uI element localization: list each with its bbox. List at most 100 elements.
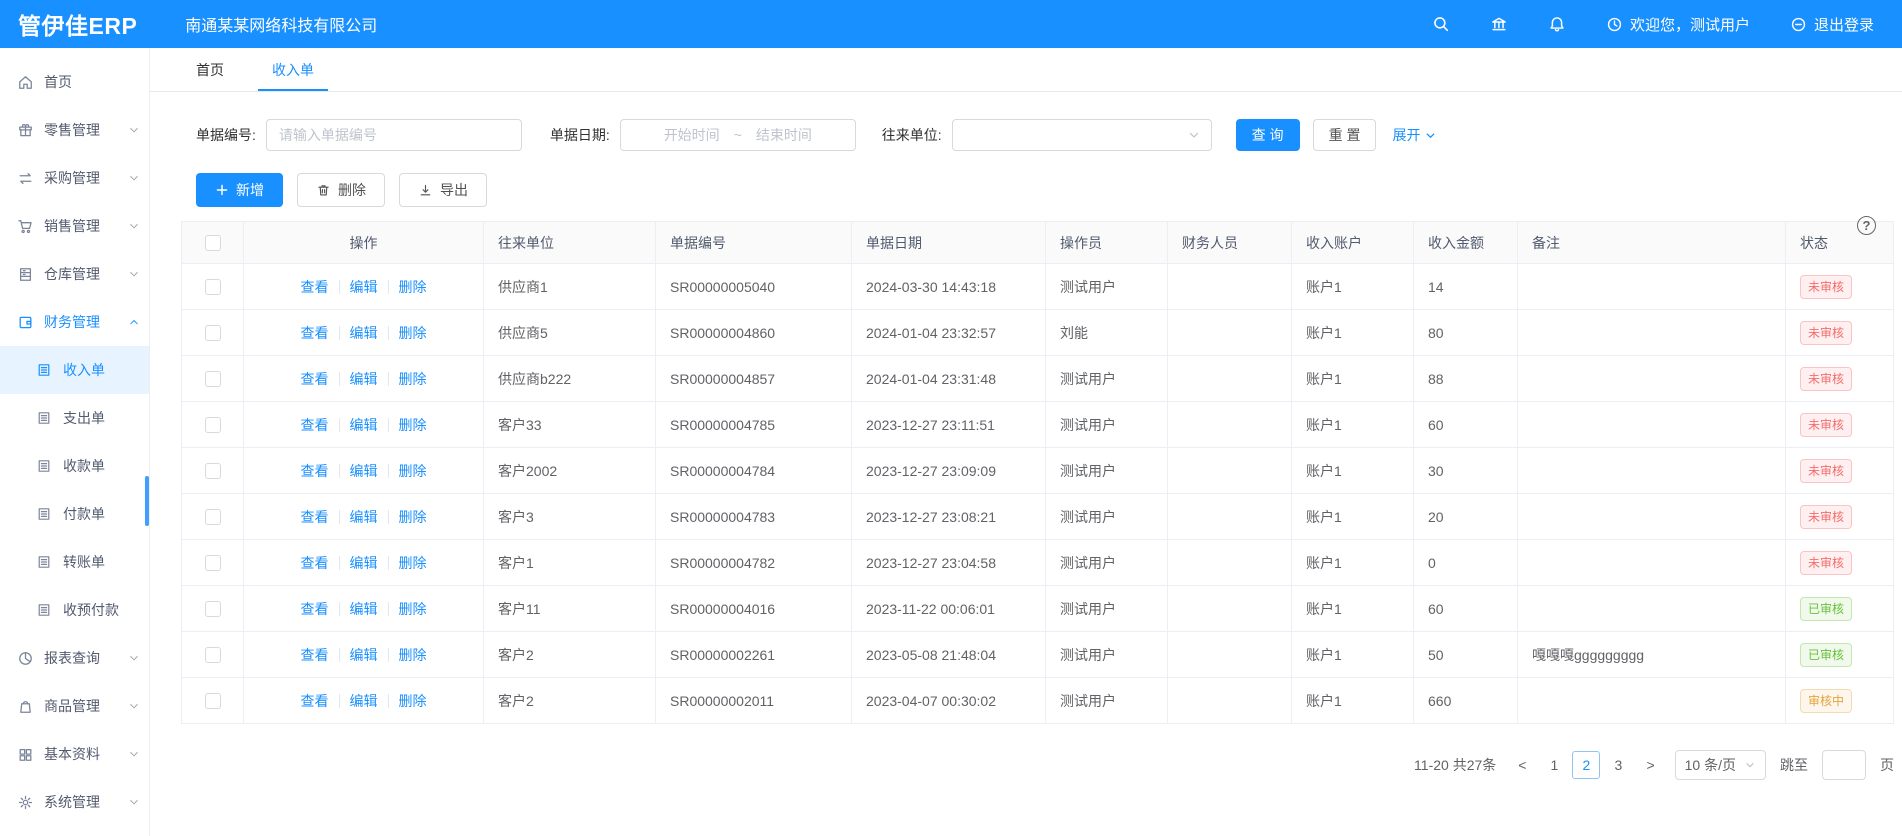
row-action-查看[interactable]: 查看 [301,277,329,297]
row-checkbox[interactable] [205,555,221,571]
select-all-checkbox[interactable] [205,235,221,251]
prev-page-arrow[interactable]: < [1512,757,1532,773]
sidebar-item-商品管理[interactable]: 商品管理 [0,682,149,730]
main-content: 首页收入单 单据编号: 单据日期: 开始时间 ~ 结束时间 往来单位: 查 询 … [150,48,1902,836]
sidebar-item-付款单[interactable]: 付款单 [0,490,149,538]
row-checkbox[interactable] [205,509,221,525]
trash-icon [316,183,331,198]
page-size-select[interactable]: 10 条/页 [1675,750,1766,780]
row-action-查看[interactable]: 查看 [301,461,329,481]
row-action-查看[interactable]: 查看 [301,323,329,343]
next-page-arrow[interactable]: > [1640,757,1660,773]
row-action-删除[interactable]: 删除 [399,599,427,619]
row-checkbox[interactable] [205,647,221,663]
row-action-编辑[interactable]: 编辑 [350,599,378,619]
bill-no-input[interactable] [266,119,522,151]
row-action-编辑[interactable]: 编辑 [350,645,378,665]
page-number-1[interactable]: 1 [1540,751,1568,779]
row-action-删除[interactable]: 删除 [399,415,427,435]
cell-bill-no: SR00000005040 [656,264,852,310]
row-action-查看[interactable]: 查看 [301,507,329,527]
row-action-编辑[interactable]: 编辑 [350,553,378,573]
sidebar-item-零售管理[interactable]: 零售管理 [0,106,149,154]
sidebar-item-基本资料[interactable]: 基本资料 [0,730,149,778]
bank-icon[interactable] [1490,15,1508,33]
partner-select[interactable] [952,119,1212,151]
cell-remark [1518,264,1786,310]
reset-button[interactable]: 重 置 [1313,119,1377,151]
row-action-查看[interactable]: 查看 [301,553,329,573]
sidebar-item-报表查询[interactable]: 报表查询 [0,634,149,682]
row-action-删除[interactable]: 删除 [399,553,427,573]
link-separator [339,648,340,662]
sidebar-item-支出单[interactable]: 支出单 [0,394,149,442]
row-action-删除[interactable]: 删除 [399,461,427,481]
row-action-编辑[interactable]: 编辑 [350,507,378,527]
row-checkbox[interactable] [205,279,221,295]
page-number-3[interactable]: 3 [1604,751,1632,779]
row-action-删除[interactable]: 删除 [399,323,427,343]
row-checkbox[interactable] [205,463,221,479]
row-action-查看[interactable]: 查看 [301,599,329,619]
sidebar-item-系统管理[interactable]: 系统管理 [0,778,149,826]
sidebar-item-转账单[interactable]: 转账单 [0,538,149,586]
sidebar-item-首页[interactable]: 首页 [0,58,149,106]
export-button[interactable]: 导出 [399,173,487,207]
row-action-删除[interactable]: 删除 [399,507,427,527]
row-action-编辑[interactable]: 编辑 [350,323,378,343]
status-badge: 未审核 [1800,505,1852,529]
expand-filters-link[interactable]: 展开 [1392,125,1437,145]
expand-link-text: 展开 [1392,125,1420,145]
row-action-删除[interactable]: 删除 [399,277,427,297]
tab-收入单[interactable]: 收入单 [272,48,314,91]
row-action-查看[interactable]: 查看 [301,369,329,389]
company-name: 南通某某网络科技有限公司 [185,12,377,36]
sidebar-item-收款单[interactable]: 收款单 [0,442,149,490]
row-checkbox[interactable] [205,417,221,433]
row-checkbox[interactable] [205,325,221,341]
sidebar-item-采购管理[interactable]: 采购管理 [0,154,149,202]
column-header-操作员: 操作员 [1046,222,1168,264]
row-action-编辑[interactable]: 编辑 [350,369,378,389]
sidebar-item-财务管理[interactable]: 财务管理 [0,298,149,346]
search-button[interactable]: 查 询 [1236,119,1300,151]
row-action-编辑[interactable]: 编辑 [350,691,378,711]
logout-button[interactable]: 退出登录 [1790,14,1874,35]
row-action-删除[interactable]: 删除 [399,369,427,389]
jump-page-input[interactable] [1822,750,1866,780]
row-action-编辑[interactable]: 编辑 [350,277,378,297]
row-action-查看[interactable]: 查看 [301,645,329,665]
link-separator [339,280,340,294]
delete-button[interactable]: 删除 [297,173,385,207]
row-action-编辑[interactable]: 编辑 [350,461,378,481]
link-separator [339,556,340,570]
row-action-查看[interactable]: 查看 [301,691,329,711]
welcome-user[interactable]: 欢迎您，测试用户 [1606,14,1750,35]
sidebar-item-收入单[interactable]: 收入单 [0,346,149,394]
page-number-2[interactable]: 2 [1572,751,1600,779]
cell-bill-no: SR00000004782 [656,540,852,586]
add-button[interactable]: 新增 [196,173,283,207]
cell-status: 未审核 [1786,448,1894,494]
row-action-编辑[interactable]: 编辑 [350,415,378,435]
sidebar-scrollbar-thumb[interactable] [145,476,149,526]
help-icon[interactable]: ? [1857,216,1876,235]
search-icon[interactable] [1432,15,1450,33]
cell-amount: 30 [1414,448,1518,494]
row-checkbox[interactable] [205,371,221,387]
row-action-查看[interactable]: 查看 [301,415,329,435]
sidebar-item-销售管理[interactable]: 销售管理 [0,202,149,250]
row-checkbox[interactable] [205,601,221,617]
link-separator [388,464,389,478]
bell-icon[interactable] [1548,15,1566,33]
row-action-删除[interactable]: 删除 [399,645,427,665]
row-checkbox[interactable] [205,693,221,709]
table-row: 查看编辑删除 供应商1 SR00000005040 2024-03-30 14:… [182,264,1894,310]
date-range-picker[interactable]: 开始时间 ~ 结束时间 [620,119,856,151]
tab-首页[interactable]: 首页 [196,48,224,91]
home-icon [17,74,34,91]
sidebar-item-label: 销售管理 [44,216,100,236]
sidebar-item-收预付款[interactable]: 收预付款 [0,586,149,634]
sidebar-item-仓库管理[interactable]: 仓库管理 [0,250,149,298]
row-action-删除[interactable]: 删除 [399,691,427,711]
